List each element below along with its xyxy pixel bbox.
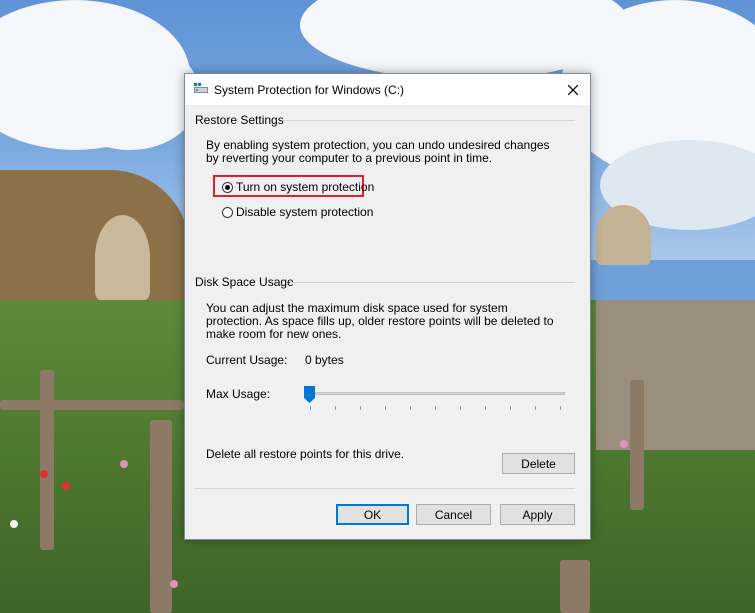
- wallpaper-fence-post: [630, 380, 644, 510]
- ok-button[interactable]: OK: [336, 504, 409, 525]
- title-bar[interactable]: System Protection for Windows (C:): [185, 74, 590, 105]
- wallpaper-fence-post: [150, 420, 172, 613]
- disk-space-divider: [290, 282, 575, 283]
- current-usage-label: Current Usage:: [206, 353, 288, 367]
- close-button[interactable]: [556, 74, 590, 105]
- slider-tick: [335, 406, 336, 410]
- wallpaper-flower: [170, 580, 178, 588]
- wallpaper-flower: [620, 440, 628, 448]
- disable-protection-radio[interactable]: Disable system protection: [222, 205, 373, 219]
- wallpaper-hut: [95, 215, 150, 300]
- delete-restore-points-text: Delete all restore points for this drive…: [206, 447, 405, 461]
- close-icon: [568, 84, 578, 95]
- drive-icon: [194, 83, 208, 93]
- wallpaper-flower: [10, 520, 18, 528]
- wallpaper-steps: [596, 300, 755, 450]
- wallpaper-flower: [40, 470, 48, 478]
- apply-button[interactable]: Apply: [500, 504, 575, 525]
- restore-settings-divider: [282, 120, 575, 121]
- slider-tick: [535, 406, 536, 410]
- restore-settings-description: By enabling system protection, you can u…: [206, 138, 550, 165]
- disk-space-description: You can adjust the maximum disk space us…: [206, 301, 554, 341]
- slider-tick: [510, 406, 511, 410]
- turn-on-protection-label: Turn on system protection: [236, 180, 375, 194]
- footer-divider: [195, 488, 575, 489]
- wallpaper-fence-post: [0, 400, 184, 410]
- disable-protection-label: Disable system protection: [236, 205, 374, 219]
- max-usage-label: Max Usage:: [206, 387, 271, 401]
- radio-selected-icon: [222, 181, 233, 193]
- wallpaper-fence-post: [40, 370, 54, 550]
- wallpaper-flower: [62, 482, 70, 490]
- radio-unselected-icon: [222, 206, 233, 218]
- slider-tick: [435, 406, 436, 410]
- window-title: System Protection for Windows (C:): [214, 83, 405, 97]
- slider-tick: [460, 406, 461, 410]
- system-protection-dialog: System Protection for Windows (C:) Resto…: [184, 73, 591, 540]
- wallpaper-flower: [120, 460, 128, 468]
- max-usage-slider-thumb[interactable]: [304, 386, 315, 403]
- wallpaper-cloud: [60, 40, 200, 150]
- restore-settings-heading: Restore Settings: [195, 113, 284, 127]
- slider-tick: [410, 406, 411, 410]
- current-usage-value: 0 bytes: [305, 353, 344, 367]
- disk-space-heading: Disk Space Usage: [195, 275, 294, 289]
- slider-tick: [310, 406, 311, 410]
- cancel-button[interactable]: Cancel: [416, 504, 491, 525]
- wallpaper-hut: [596, 205, 651, 265]
- slider-tick: [360, 406, 361, 410]
- slider-tick: [485, 406, 486, 410]
- wallpaper-hillside: [0, 170, 190, 320]
- delete-button[interactable]: Delete: [502, 453, 575, 474]
- slider-tick: [560, 406, 561, 410]
- turn-on-protection-radio[interactable]: Turn on system protection: [222, 180, 374, 194]
- slider-tick: [385, 406, 386, 410]
- wallpaper-fence-post: [560, 560, 590, 613]
- max-usage-slider-track[interactable]: [309, 392, 565, 395]
